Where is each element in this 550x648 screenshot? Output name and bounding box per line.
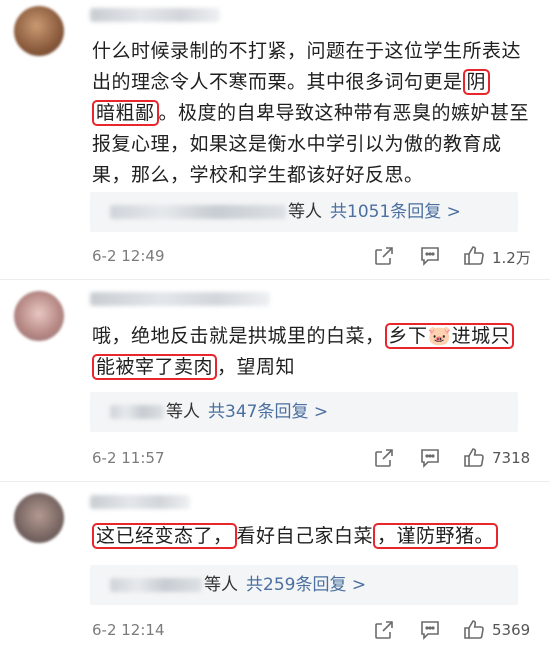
comment-icon[interactable]: [418, 446, 442, 470]
timestamp: 6-2 11:57: [92, 449, 165, 467]
reply-users-blurred: [110, 578, 202, 592]
comment-text: 什么时候录制的不打紧，问题在于这位学生所表达出的理念令人不寒而栗。其中很多词句更…: [92, 40, 530, 186]
comment-meta: 6-2 11:57 7318: [92, 446, 538, 472]
comment-icon[interactable]: [418, 618, 442, 642]
highlight-box: 能被宰了卖肉: [92, 354, 218, 380]
replies-preview[interactable]: 等人 共259条回复 >: [90, 565, 518, 605]
reply-users-suffix: 等人: [166, 402, 200, 422]
reply-count-link[interactable]: 共347条回复 >: [208, 392, 328, 432]
username-blurred[interactable]: [90, 495, 190, 509]
like-icon[interactable]: [462, 244, 486, 268]
avatar[interactable]: [14, 291, 64, 341]
like-count: 1.2万: [492, 249, 531, 267]
comment-icon[interactable]: [418, 244, 442, 268]
reply-users-suffix: 等人: [204, 575, 238, 595]
highlight-box: 暗粗鄙: [92, 100, 159, 126]
divider: [0, 481, 550, 482]
reply-users-blurred: [110, 405, 164, 419]
comment-text: 这已经变态了， 看好自己家白菜 ，谨防野猪。: [92, 521, 538, 552]
avatar[interactable]: [14, 493, 64, 543]
reply-users-blurred: [110, 205, 286, 219]
highlight-box: ，谨防野猪。: [373, 523, 499, 549]
share-icon[interactable]: [372, 618, 396, 642]
highlight-box: 乡下🐷进城只: [384, 323, 515, 349]
like-icon[interactable]: [462, 618, 486, 642]
comment-meta: 6-2 12:49 1.2万: [92, 244, 538, 270]
share-icon[interactable]: [372, 446, 396, 470]
timestamp: 6-2 12:49: [92, 247, 165, 265]
divider: [0, 279, 550, 280]
like-icon[interactable]: [462, 446, 486, 470]
highlight-box: 阴: [462, 69, 491, 95]
avatar[interactable]: [14, 6, 64, 56]
replies-preview[interactable]: 等人 共1051条回复 >: [90, 192, 518, 232]
timestamp: 6-2 12:14: [92, 621, 165, 639]
username-blurred[interactable]: [90, 292, 270, 306]
username-blurred[interactable]: [90, 8, 220, 22]
reply-count-link[interactable]: 共259条回复 >: [246, 565, 366, 605]
like-count: 7318: [492, 449, 531, 467]
highlight-box: 这已经变态了，: [92, 523, 237, 549]
share-icon[interactable]: [372, 244, 396, 268]
comment-meta: 6-2 12:14 5369: [92, 618, 538, 644]
replies-preview[interactable]: 等人 共347条回复 >: [90, 392, 518, 432]
reply-users-suffix: 等人: [288, 202, 322, 222]
comment-text: 哦，绝地反击就是拱城里的白菜， 乡下🐷进城只 能被宰了卖肉 ，望周知: [92, 321, 538, 383]
like-count: 5369: [492, 621, 531, 639]
reply-count-link[interactable]: 共1051条回复 >: [330, 192, 461, 232]
